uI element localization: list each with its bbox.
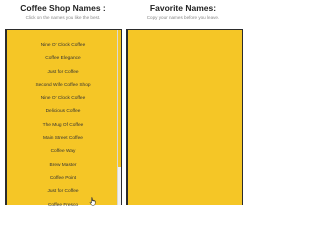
- names-scrollbar[interactable]: [117, 30, 121, 205]
- favorite-names-panel[interactable]: [126, 29, 243, 205]
- name-list-item[interactable]: Brew Master: [7, 159, 119, 172]
- hand-pointer-icon: [89, 197, 96, 206]
- name-list-item[interactable]: Coffee Point: [7, 172, 119, 185]
- name-list-item[interactable]: Main Street Coffee: [7, 132, 119, 145]
- name-list-item[interactable]: Delicious Coffee: [7, 105, 119, 118]
- names-scrollbar-thumb[interactable]: [118, 30, 121, 167]
- coffee-shop-names-subtitle: Click on the names you like the best.: [25, 15, 101, 20]
- name-list-item[interactable]: Just for Coffee: [7, 66, 119, 79]
- favorite-names-title: Favorite Names:: [149, 3, 217, 13]
- name-list: Nine O' Clock Coffee Coffee Elegance Jus…: [7, 39, 119, 212]
- favorite-names-subtitle: Copy your names before you leave.: [146, 15, 220, 20]
- name-list-item[interactable]: Nine O' Clock Coffee: [7, 39, 119, 52]
- name-list-item[interactable]: Second Wife Coffee Shop: [7, 79, 119, 92]
- names-list-panel: Nine O' Clock Coffee Coffee Elegance Jus…: [5, 29, 122, 208]
- name-list-item[interactable]: Just for Coffee: [7, 185, 119, 198]
- name-list-item[interactable]: Coffee Elegance: [7, 52, 119, 65]
- coffee-shop-names-title: Coffee Shop Names :: [20, 3, 106, 13]
- name-list-item[interactable]: Nine O' Clock Coffee: [7, 92, 119, 105]
- name-list-item[interactable]: Coffee Fresco: [7, 199, 119, 212]
- name-list-item[interactable]: Coffee Way: [7, 145, 119, 158]
- name-list-item[interactable]: The Mug Of Coffee: [7, 119, 119, 132]
